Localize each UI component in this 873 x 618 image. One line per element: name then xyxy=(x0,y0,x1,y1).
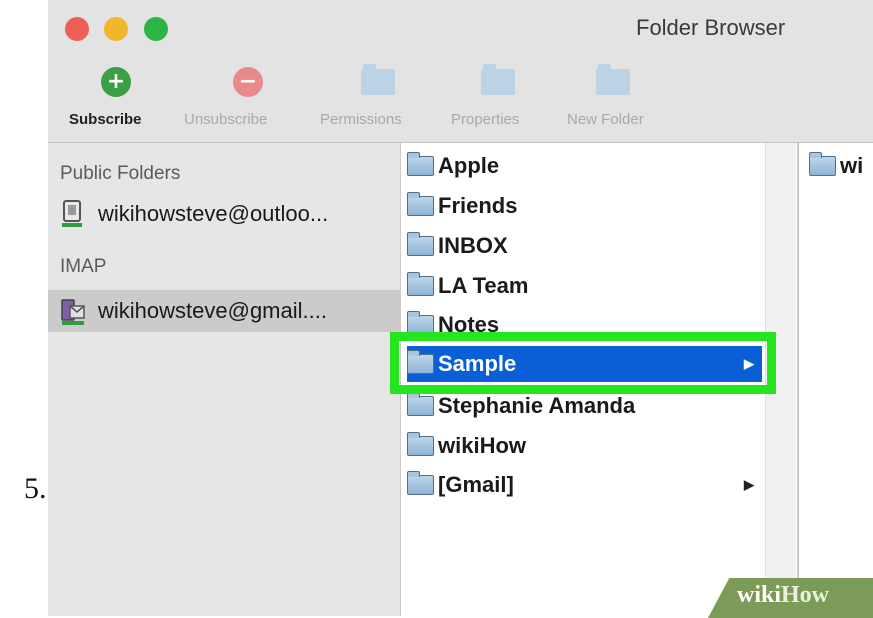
folder-lock-icon xyxy=(361,64,395,95)
subscribe-label[interactable]: Subscribe xyxy=(69,111,142,128)
unsubscribe-label: Unsubscribe xyxy=(184,111,268,128)
disclosure-arrow-icon: ▶ xyxy=(744,477,754,492)
folder-browser-window: Folder Browser + Subscribe − Unsubscribe… xyxy=(48,0,873,616)
window-title: Folder Browser xyxy=(636,15,786,40)
new-folder-button xyxy=(593,64,633,100)
imap-account-item[interactable]: wikihowsteve@gmail.... xyxy=(48,290,400,332)
subfolder-item[interactable]: wi xyxy=(809,148,873,184)
new-folder-label: New Folder xyxy=(567,111,644,128)
minimize-window-button[interactable] xyxy=(104,17,128,41)
permissions-label: Permissions xyxy=(320,111,402,128)
watermark-text: wikiHow xyxy=(737,582,830,608)
new-folder-icon xyxy=(596,64,630,95)
subscribe-button[interactable]: + xyxy=(98,64,134,100)
step-number: 5. xyxy=(24,472,47,505)
server-icon xyxy=(60,199,86,229)
folder-item-wikihow[interactable]: wikiHow xyxy=(407,428,762,464)
folder-icon xyxy=(407,432,434,456)
folder-icon xyxy=(407,232,434,256)
mail-server-icon xyxy=(60,296,86,326)
folder-item-inbox[interactable]: INBOX xyxy=(407,228,762,264)
folder-icon xyxy=(407,192,434,216)
zoom-window-button[interactable] xyxy=(144,17,168,41)
folder-item-gmail[interactable]: [Gmail] ▶ xyxy=(407,467,762,503)
properties-button xyxy=(478,64,518,100)
folder-icon xyxy=(407,152,434,176)
title-bar: Folder Browser + Subscribe − Unsubscribe… xyxy=(48,0,873,143)
imap-account-label: wikihowsteve@gmail.... xyxy=(98,298,327,323)
folder-info-icon xyxy=(481,64,515,95)
folder-item-la-team[interactable]: LA Team xyxy=(407,268,762,304)
permissions-button xyxy=(358,64,398,100)
public-account-label: wikihowsteve@outloo... xyxy=(98,201,329,226)
public-folders-header: Public Folders xyxy=(60,163,181,184)
folder-icon xyxy=(407,272,434,296)
selection-highlight-box xyxy=(390,332,776,394)
folder-item-apple[interactable]: Apple xyxy=(407,148,762,184)
folder-item-friends[interactable]: Friends xyxy=(407,188,762,224)
properties-label: Properties xyxy=(451,111,520,128)
minus-icon: − xyxy=(233,67,263,97)
close-window-button[interactable] xyxy=(65,17,89,41)
plus-icon: + xyxy=(101,67,131,97)
unsubscribe-button: − xyxy=(230,64,266,100)
accounts-sidebar: Public Folders wikihowsteve@outloo... IM… xyxy=(48,143,401,616)
imap-header: IMAP xyxy=(60,256,107,277)
folder-icon xyxy=(407,392,434,416)
folder-icon xyxy=(809,152,836,176)
subfolder-column: wi xyxy=(798,143,873,616)
folder-icon xyxy=(407,471,434,495)
public-account-item[interactable]: wikihowsteve@outloo... xyxy=(48,193,400,235)
